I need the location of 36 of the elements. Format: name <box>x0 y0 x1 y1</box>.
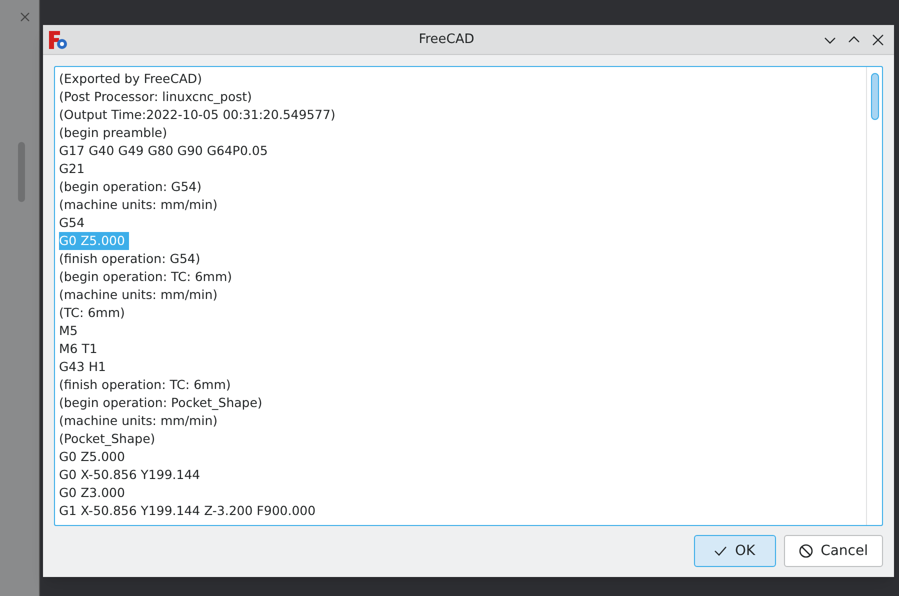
app-logo-icon <box>47 28 69 50</box>
code-line: (Post Processor: linuxcnc_post) <box>59 88 252 106</box>
close-icon <box>20 12 30 22</box>
code-line: G1 X-50.856 Y199.144 Z-3.200 F900.000 <box>59 502 316 520</box>
code-line: (begin operation: TC: 6mm) <box>59 268 232 286</box>
scrollbar-thumb[interactable] <box>870 73 878 120</box>
code-line: (Exported by FreeCAD) <box>59 70 202 88</box>
code-line: (finish operation: G54) <box>59 250 200 268</box>
cancel-icon <box>798 544 813 558</box>
scrollbar[interactable] <box>866 67 882 525</box>
code-line: (machine units: mm/min) <box>59 196 218 214</box>
code-line: G21 <box>59 160 85 178</box>
code-line: (Output Time:2022-10-05 00:31:20.549577) <box>59 106 336 124</box>
code-line: (begin operation: G54) <box>59 178 202 196</box>
code-line: (machine units: mm/min) <box>59 286 218 304</box>
code-line: M6 T1 <box>59 340 98 358</box>
code-line: G0 X-50.856 Y199.144 <box>59 466 200 484</box>
background-scrollbar <box>18 142 25 202</box>
code-line: G0 Z3.000 <box>59 484 125 502</box>
cancel-button[interactable]: Cancel <box>784 535 883 567</box>
code-line: G17 G40 G49 G80 G90 G64P0.05 <box>59 142 268 160</box>
code-line: (Pocket_Shape) <box>59 430 156 448</box>
code-line: M5 <box>59 322 78 340</box>
window-title: FreeCAD <box>418 30 476 49</box>
code-line: G54 <box>59 214 85 232</box>
code-line: (begin preamble) <box>59 124 168 142</box>
output-text-area[interactable] <box>54 66 883 526</box>
code-line: G43 H1 <box>59 358 106 376</box>
code-line: (finish operation: TC: 6mm) <box>59 376 231 394</box>
code-line: G0 Z5.000 <box>59 448 125 466</box>
code-line: (machine units: mm/min) <box>59 412 218 430</box>
ok-button[interactable]: OK <box>694 535 776 567</box>
checkmark-icon <box>714 546 727 556</box>
code-line: (begin operation: Pocket_Shape) <box>59 394 262 412</box>
code-line: (TC: 6mm) <box>59 304 125 322</box>
close-icon[interactable] <box>872 34 884 46</box>
